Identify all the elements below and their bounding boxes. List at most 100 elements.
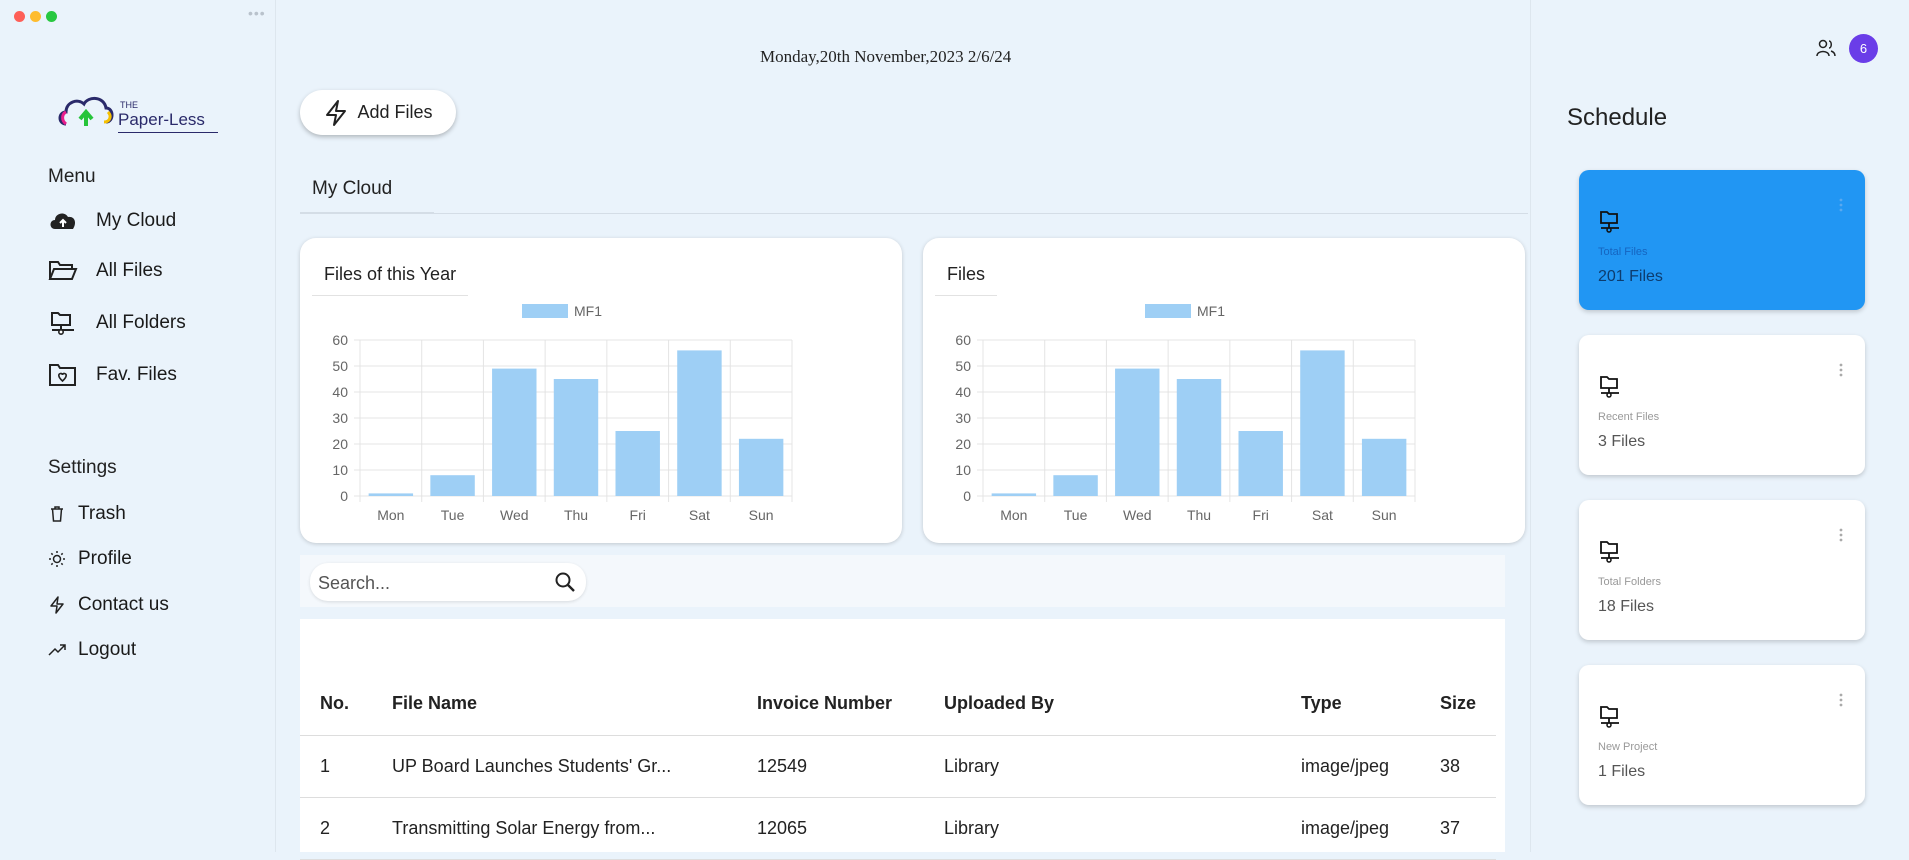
sidebar-item-trash[interactable]: Trash bbox=[48, 503, 126, 525]
bar-thu bbox=[553, 379, 599, 496]
users-icon[interactable] bbox=[1816, 38, 1836, 58]
sidebar-item-label: My Cloud bbox=[96, 210, 177, 231]
chart-title: Files bbox=[935, 260, 998, 296]
y-tick-label: 30 bbox=[955, 410, 971, 426]
sidebar: ••• THE Paper-Less Menu My Cloud All Fil… bbox=[0, 0, 276, 852]
window-controls bbox=[14, 11, 57, 22]
cell-no: 1 bbox=[300, 735, 392, 798]
cell-type: image/jpeg bbox=[1301, 735, 1440, 798]
bar-thu bbox=[1176, 379, 1222, 496]
bar-tue bbox=[430, 475, 475, 496]
card-label: New Project bbox=[1598, 741, 1658, 753]
more-options-icon[interactable]: ••• bbox=[248, 5, 266, 21]
folder-open-icon bbox=[48, 261, 78, 280]
search-input[interactable] bbox=[316, 569, 550, 597]
bolt-icon bbox=[326, 99, 347, 126]
kebab-menu-icon[interactable] bbox=[1839, 528, 1843, 542]
bar-chart-files: MF1 0 10 20 30 40 50 60 Mon Tue Wed Thu Fri Sat Sun bbox=[955, 303, 1416, 523]
x-tick-label: Mon bbox=[377, 507, 404, 523]
y-tick-label: 40 bbox=[332, 384, 348, 400]
bar-chart-year: MF1 0 10 20 30 40 50 60 Mon Tue Wed Thu Fri Sat Sun bbox=[332, 303, 793, 523]
bar-sat bbox=[677, 350, 722, 496]
sidebar-item-label: All Files bbox=[96, 260, 163, 281]
column-header-uploaded-by[interactable]: Uploaded By bbox=[944, 671, 1301, 736]
x-tick-label: Wed bbox=[1123, 507, 1152, 523]
sidebar-item-label: Logout bbox=[78, 639, 137, 660]
network-folder-icon bbox=[51, 312, 74, 335]
y-tick-label: 30 bbox=[332, 410, 348, 426]
x-tick-label: Sun bbox=[749, 507, 774, 523]
maximize-window-button[interactable] bbox=[46, 11, 57, 22]
card-label: Total Folders bbox=[1598, 576, 1661, 588]
x-tick-label: Tue bbox=[1064, 507, 1088, 523]
minimize-window-button[interactable] bbox=[30, 11, 41, 22]
bar-mon bbox=[991, 493, 1037, 496]
y-tick-label: 20 bbox=[332, 436, 348, 452]
avatar[interactable]: 6 bbox=[1849, 34, 1878, 63]
files-table-container: No. File Name Invoice Number Uploaded By… bbox=[300, 619, 1505, 860]
column-header-type[interactable]: Type bbox=[1301, 671, 1440, 736]
column-header-invoice-number[interactable]: Invoice Number bbox=[757, 671, 944, 736]
heart-folder-icon bbox=[49, 364, 76, 386]
sidebar-item-contact-us[interactable]: Contact us bbox=[48, 594, 169, 616]
tab-my-cloud[interactable]: My Cloud bbox=[300, 170, 434, 213]
cell-size: 37 bbox=[1440, 797, 1496, 860]
close-window-button[interactable] bbox=[14, 11, 25, 22]
cell-invoice-number: 12549 bbox=[757, 735, 944, 798]
column-header-size[interactable]: Size bbox=[1440, 671, 1496, 736]
table-row[interactable]: 2 Transmitting Solar Energy from... 1206… bbox=[300, 797, 1496, 860]
y-tick-label: 60 bbox=[332, 332, 348, 348]
x-tick-label: Tue bbox=[441, 507, 465, 523]
column-header-no[interactable]: No. bbox=[300, 671, 392, 736]
schedule-card-new-project[interactable]: New Project 1 Files bbox=[1579, 665, 1865, 805]
bar-mon bbox=[368, 493, 414, 496]
x-tick-label: Wed bbox=[500, 507, 529, 523]
date-time: Monday,20th November,2023 2/6/24 bbox=[760, 47, 1012, 66]
network-folder-icon bbox=[1600, 211, 1619, 233]
kebab-menu-icon[interactable] bbox=[1839, 198, 1843, 212]
table-row[interactable]: 1 UP Board Launches Students' Gr... 1254… bbox=[300, 735, 1496, 798]
search-icon[interactable] bbox=[554, 571, 576, 593]
column-header-file-name[interactable]: File Name bbox=[392, 671, 757, 736]
x-tick-label: Mon bbox=[1000, 507, 1027, 523]
add-files-button[interactable]: Add Files bbox=[300, 90, 456, 135]
search-bar-area bbox=[300, 555, 1505, 607]
schedule-card-recent-files[interactable]: Recent Files 3 Files bbox=[1579, 335, 1865, 475]
x-tick-label: Fri bbox=[1253, 507, 1269, 523]
x-tick-label: Thu bbox=[564, 507, 588, 523]
schedule-card-total-folders[interactable]: Total Folders 18 Files bbox=[1579, 500, 1865, 640]
sidebar-item-fav-files[interactable]: Fav. Files bbox=[48, 362, 177, 388]
main-content: Monday,20th November,2023 2/6/24 Add Fil… bbox=[276, 0, 1529, 860]
cell-uploaded-by: Library bbox=[944, 735, 1301, 798]
bar-fri bbox=[615, 431, 660, 496]
card-label: Total Files bbox=[1598, 246, 1648, 258]
logo-underline bbox=[118, 132, 218, 133]
schedule-card-total-files[interactable]: Total Files 201 Files bbox=[1579, 170, 1865, 310]
sidebar-item-my-cloud[interactable]: My Cloud bbox=[48, 208, 176, 234]
sidebar-item-label: Profile bbox=[78, 548, 132, 569]
kebab-menu-icon[interactable] bbox=[1839, 363, 1843, 377]
y-tick-label: 10 bbox=[332, 462, 348, 478]
kebab-menu-icon[interactable] bbox=[1839, 693, 1843, 707]
y-tick-label: 50 bbox=[332, 358, 348, 374]
cloud-upload-icon bbox=[50, 213, 76, 229]
cell-invoice-number: 12065 bbox=[757, 797, 944, 860]
network-folder-icon bbox=[1600, 376, 1619, 398]
sidebar-item-logout[interactable]: Logout bbox=[48, 639, 136, 661]
chart-card-files: Files MF1 0 10 20 30 40 50 60 Mon Tue Wed Thu Fri Sat… bbox=[923, 238, 1525, 543]
x-tick-label: Sat bbox=[689, 507, 710, 523]
card-count: 3 Files bbox=[1598, 433, 1646, 450]
y-tick-label: 60 bbox=[955, 332, 971, 348]
table-header-row: No. File Name Invoice Number Uploaded By… bbox=[300, 671, 1496, 736]
x-tick-label: Thu bbox=[1187, 507, 1211, 523]
sidebar-item-all-files[interactable]: All Files bbox=[48, 258, 163, 284]
sidebar-item-label: Fav. Files bbox=[96, 364, 177, 385]
bar-wed bbox=[1115, 368, 1160, 496]
y-tick-label: 0 bbox=[340, 488, 348, 504]
sidebar-item-profile[interactable]: Profile bbox=[48, 548, 132, 570]
cell-uploaded-by: Library bbox=[944, 797, 1301, 860]
bar-sun bbox=[738, 438, 784, 496]
logo-name-text: Paper-Less bbox=[118, 110, 205, 129]
sidebar-item-all-folders[interactable]: All Folders bbox=[48, 310, 186, 336]
schedule-title: Schedule bbox=[1567, 104, 1668, 131]
